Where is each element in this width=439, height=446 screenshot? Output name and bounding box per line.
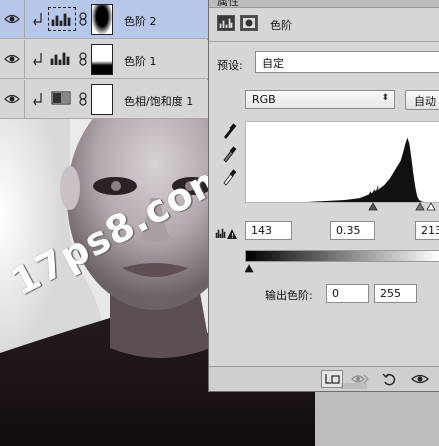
- adjustment-title: 色阶: [270, 19, 292, 32]
- toggle-visibility-button[interactable]: [409, 370, 431, 388]
- resize-grip-icon[interactable]: [341, 383, 367, 389]
- workspace-background: [315, 392, 439, 446]
- layer-row-levels-2[interactable]: 色阶 2: [0, 0, 208, 39]
- layer-row-hue-saturation[interactable]: 色相/饱和度 1: [0, 80, 208, 119]
- levels-icon[interactable]: [217, 15, 235, 31]
- link-icon[interactable]: [79, 52, 87, 66]
- eye-icon[interactable]: [4, 92, 20, 106]
- levels-auto-icon: !: [215, 228, 237, 240]
- column-divider: [24, 0, 25, 39]
- svg-text:!: !: [231, 232, 234, 240]
- black-point-handle: [415, 202, 425, 211]
- gray-eyedropper-icon[interactable]: [221, 145, 237, 163]
- eye-icon[interactable]: [4, 52, 20, 66]
- column-divider: [24, 40, 25, 79]
- black-eyedropper-icon[interactable]: [221, 122, 237, 140]
- preset-label: 预设:: [217, 59, 243, 72]
- layer-name: 色阶 1: [124, 55, 157, 68]
- layer-name: 色阶 2: [124, 15, 157, 28]
- panel-titlebar[interactable]: 属性: [209, 0, 439, 8]
- channel-dropdown[interactable]: RGB ⬍: [245, 90, 395, 109]
- link-icon[interactable]: [79, 92, 87, 106]
- histogram: [245, 121, 439, 203]
- input-white-field[interactable]: 213: [415, 221, 439, 240]
- clipping-arrow-icon: [33, 93, 42, 106]
- panel-bottom-bar: [209, 366, 439, 391]
- layers-panel: 色阶 2 色阶 1 色相/饱和度 1: [0, 0, 208, 119]
- output-black-field[interactable]: 0: [326, 284, 369, 303]
- white-eyedropper-icon[interactable]: [221, 168, 237, 186]
- column-divider: [24, 80, 25, 119]
- input-gamma-field[interactable]: 0.35: [330, 221, 375, 240]
- eye-icon[interactable]: [4, 12, 20, 26]
- panel-title: 属性: [217, 0, 239, 8]
- link-icon[interactable]: [79, 12, 87, 26]
- levels-2-mask[interactable]: [91, 4, 113, 35]
- levels-adjustment-icon: [48, 47, 76, 71]
- divider: [209, 41, 439, 42]
- clip-to-layer-button[interactable]: [321, 370, 343, 388]
- preset-dropdown[interactable]: 自定: [255, 51, 439, 73]
- output-levels-slider[interactable]: [245, 263, 439, 273]
- input-black-field[interactable]: 143: [245, 221, 292, 240]
- clipping-arrow-icon: [33, 13, 42, 26]
- mask-icon[interactable]: [240, 15, 258, 31]
- properties-panel: 属性 色阶 预设: 自定 RGB ⬍ 自动 ! 143 0.35 213 输出色…: [208, 0, 439, 392]
- output-levels-label: 输出色阶:: [265, 289, 313, 302]
- layer-name: 色相/饱和度 1: [124, 95, 194, 108]
- dropdown-arrow-icon: ⬍: [381, 93, 389, 103]
- channel-value: RGB: [252, 93, 276, 106]
- hue-saturation-mask[interactable]: [91, 84, 113, 115]
- reset-button[interactable]: [379, 370, 401, 388]
- white-point-handle: [426, 202, 436, 211]
- hue-saturation-adjustment-icon: [48, 87, 76, 111]
- auto-button[interactable]: 自动: [405, 90, 439, 110]
- gamma-slider-handle: [368, 202, 378, 211]
- output-black-handle: [245, 264, 254, 273]
- input-levels-slider[interactable]: [245, 201, 439, 211]
- output-gradient-bar: [245, 250, 439, 262]
- levels-adjustment-icon: [48, 7, 76, 31]
- levels-1-mask[interactable]: [91, 44, 113, 75]
- layer-row-levels-1[interactable]: 色阶 1: [0, 40, 208, 79]
- output-white-field[interactable]: 255: [374, 284, 417, 303]
- clipping-arrow-icon: [33, 53, 42, 66]
